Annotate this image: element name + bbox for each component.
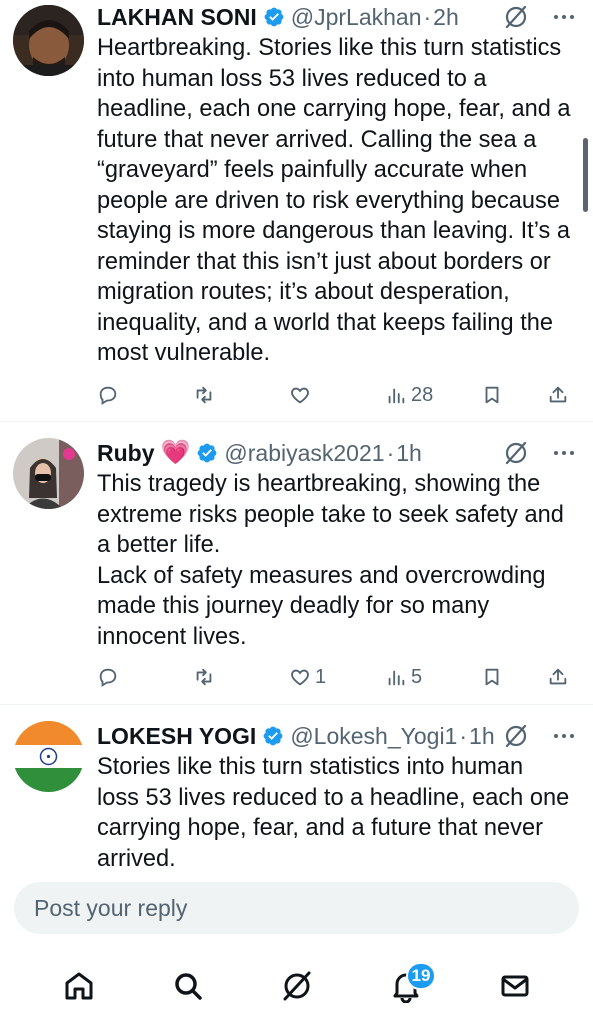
verified-badge-icon bbox=[264, 7, 284, 27]
share-button[interactable] bbox=[547, 384, 569, 406]
timestamp[interactable]: 1h bbox=[396, 438, 422, 468]
reply-input[interactable]: Post your reply bbox=[14, 882, 579, 934]
views-button[interactable]: 28 bbox=[385, 384, 481, 407]
tweet-text: This tragedy is heartbreaking, showing t… bbox=[97, 471, 564, 650]
tweet-actions: 1 5 bbox=[97, 662, 577, 692]
heart-emoji: 💗 bbox=[160, 439, 191, 466]
views-icon bbox=[388, 388, 405, 404]
heart-icon bbox=[291, 387, 309, 404]
views-icon bbox=[388, 670, 405, 686]
nav-home[interactable] bbox=[49, 956, 109, 1016]
retweet-icon bbox=[196, 386, 212, 404]
avatar[interactable] bbox=[13, 5, 84, 76]
more-icon[interactable] bbox=[553, 14, 575, 20]
reply-icon bbox=[99, 668, 117, 687]
more-icon[interactable] bbox=[553, 733, 575, 739]
retweet-icon bbox=[196, 668, 212, 686]
nav-messages[interactable] bbox=[485, 956, 545, 1016]
handle[interactable]: @Lokesh_Yogi1 bbox=[290, 721, 457, 751]
scrollbar[interactable] bbox=[583, 138, 588, 212]
grok-icon[interactable] bbox=[503, 723, 529, 749]
tweet-text: Heartbreaking. Stories like this turn st… bbox=[97, 35, 571, 366]
tweet[interactable]: Ruby 💗 @rabiyask2021 · 1h This tragedy i… bbox=[0, 422, 593, 705]
like-count: 1 bbox=[315, 665, 327, 688]
display-name[interactable]: Ruby bbox=[97, 438, 155, 468]
tweet-actions: 28 bbox=[97, 380, 577, 410]
bookmark-icon bbox=[485, 386, 499, 404]
tweet[interactable]: LAKHAN SONI @JprLakhan · 2h Heartbreakin… bbox=[0, 0, 593, 422]
bookmark-icon bbox=[485, 668, 499, 686]
reply-placeholder: Post your reply bbox=[34, 894, 188, 921]
view-count: 28 bbox=[411, 383, 434, 406]
tweet-header-actions bbox=[503, 4, 575, 30]
handle[interactable]: @JprLakhan bbox=[291, 2, 422, 32]
separator-dot: · bbox=[459, 723, 468, 749]
bookmark-button[interactable] bbox=[481, 666, 547, 688]
grok-icon[interactable] bbox=[503, 440, 529, 466]
tweet[interactable]: LOKESH YOGI @Lokesh_Yogi1 · 1h Stories l… bbox=[0, 705, 593, 866]
heart-icon bbox=[291, 669, 309, 686]
search-icon bbox=[174, 973, 202, 1000]
more-icon[interactable] bbox=[553, 450, 575, 456]
reply-feed[interactable]: LAKHAN SONI @JprLakhan · 2h Heartbreakin… bbox=[0, 0, 593, 866]
nav-search[interactable] bbox=[158, 956, 218, 1016]
nav-notifications[interactable]: 19 bbox=[376, 956, 437, 1016]
reply-button[interactable] bbox=[97, 384, 193, 406]
grok-icon bbox=[283, 971, 310, 1001]
display-name[interactable]: LAKHAN SONI bbox=[97, 2, 257, 32]
mail-icon bbox=[501, 975, 528, 997]
tweet-header-actions bbox=[503, 723, 575, 749]
share-icon bbox=[549, 386, 567, 403]
view-count: 5 bbox=[411, 665, 423, 688]
views-button[interactable]: 5 bbox=[385, 666, 481, 689]
retweet-button[interactable] bbox=[193, 384, 289, 406]
reply-button[interactable] bbox=[97, 666, 193, 688]
handle[interactable]: @rabiyask2021 bbox=[224, 438, 384, 468]
retweet-button[interactable] bbox=[193, 666, 289, 688]
separator-dot: · bbox=[423, 4, 432, 30]
like-button[interactable]: 1 bbox=[289, 666, 385, 689]
timestamp[interactable]: 2h bbox=[433, 2, 459, 32]
avatar[interactable] bbox=[13, 721, 84, 792]
tweet-header-actions bbox=[503, 440, 575, 466]
bottom-nav: 19 bbox=[0, 948, 593, 1024]
share-button[interactable] bbox=[547, 666, 569, 688]
display-name[interactable]: LOKESH YOGI bbox=[97, 721, 256, 751]
share-icon bbox=[549, 668, 567, 685]
tweet-text: Stories like this turn statistics into h… bbox=[97, 754, 570, 866]
verified-badge-icon bbox=[197, 443, 217, 463]
separator-dot: · bbox=[386, 440, 395, 466]
bookmark-button[interactable] bbox=[481, 384, 547, 406]
nav-grok[interactable] bbox=[267, 956, 327, 1016]
reply-icon bbox=[99, 386, 117, 405]
app-screen: LAKHAN SONI @JprLakhan · 2h Heartbreakin… bbox=[0, 0, 593, 1024]
like-button[interactable] bbox=[289, 384, 385, 406]
grok-icon[interactable] bbox=[503, 4, 529, 30]
avatar[interactable] bbox=[13, 438, 84, 509]
notifications-badge: 19 bbox=[405, 962, 437, 990]
timestamp[interactable]: 1h bbox=[469, 721, 495, 751]
verified-badge-icon bbox=[263, 726, 283, 746]
home-icon bbox=[65, 972, 92, 1000]
